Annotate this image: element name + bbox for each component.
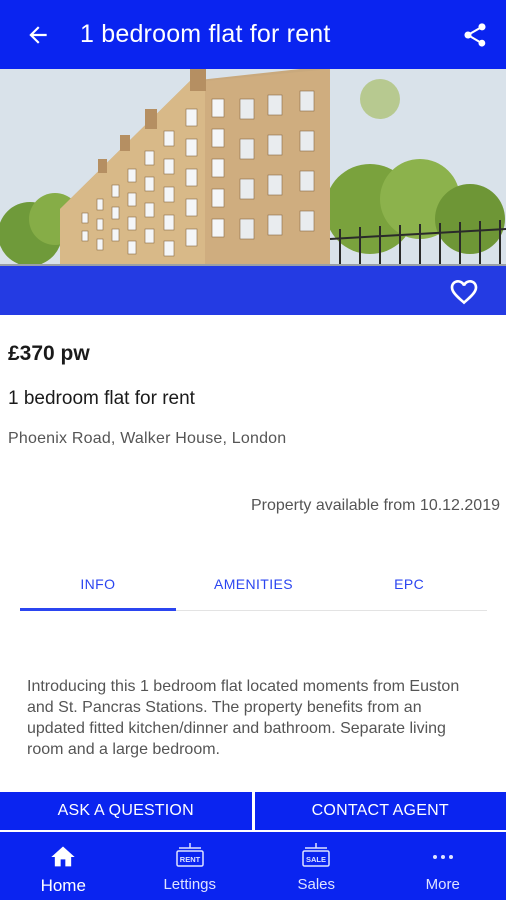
rent-sign-icon: RENT <box>176 843 204 867</box>
share-icon <box>464 22 486 47</box>
action-bar: ASK A QUESTION CONTACT AGENT <box>0 792 506 830</box>
sale-sign-icon: SALE <box>302 843 330 867</box>
svg-text:SALE: SALE <box>306 855 326 864</box>
nav-home-label: Home <box>40 876 86 895</box>
listing-title: 1 bedroom flat for rent <box>8 388 195 409</box>
app-bar: 1 bedroom flat for rent <box>0 0 506 69</box>
nav-more-label: More <box>425 876 460 893</box>
listing-price: £370 pw <box>8 342 90 365</box>
home-icon <box>51 846 75 867</box>
tab-amenities[interactable]: AMENITIES <box>176 565 332 610</box>
property-photo[interactable] <box>0 69 506 315</box>
tab-epc[interactable]: EPC <box>331 565 487 610</box>
nav-sales-label: Sales <box>297 876 336 893</box>
nav-lettings[interactable]: RENT Lettings <box>127 832 254 900</box>
availability-text: Property available from 10.12.2019 <box>250 497 500 514</box>
nav-lettings-label: Lettings <box>163 876 217 893</box>
share-button[interactable] <box>450 0 500 69</box>
nav-more[interactable]: More <box>380 832 506 900</box>
bottom-navigation: Home RENT Lettings SALE Sales More <box>0 832 506 900</box>
tab-info[interactable]: INFO <box>20 565 176 611</box>
ask-question-button[interactable]: ASK A QUESTION <box>0 792 252 830</box>
contact-agent-button[interactable]: CONTACT AGENT <box>254 792 506 830</box>
back-button[interactable] <box>8 0 68 69</box>
property-description: Introducing this 1 bedroom flat located … <box>27 678 460 758</box>
detail-tabs: INFO AMENITIES EPC <box>20 565 487 611</box>
arrow-left-icon <box>29 25 47 44</box>
heart-outline-icon <box>450 280 478 305</box>
svg-text:RENT: RENT <box>180 855 201 864</box>
more-dots-icon <box>432 855 453 859</box>
listing-address: Phoenix Road, Walker House, London <box>8 430 287 447</box>
nav-sales[interactable]: SALE Sales <box>253 832 380 900</box>
favorite-button[interactable] <box>444 274 484 310</box>
nav-home[interactable]: Home <box>0 832 127 900</box>
page-title: 1 bedroom flat for rent <box>80 20 331 48</box>
photo-overlay-band <box>0 266 506 315</box>
